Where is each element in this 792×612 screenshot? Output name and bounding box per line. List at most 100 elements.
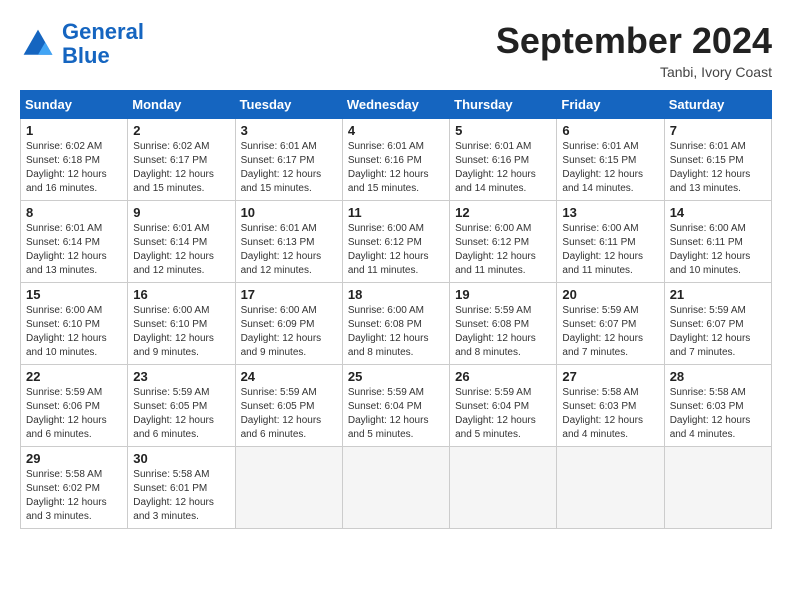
day-number: 14 [670,205,766,220]
day-number: 4 [348,123,444,138]
day-number: 30 [133,451,229,466]
day-info: Sunrise: 6:00 AMSunset: 6:10 PMDaylight:… [133,304,229,360]
col-tuesday: Tuesday [235,91,342,119]
day-info: Sunrise: 6:00 AMSunset: 6:12 PMDaylight:… [455,222,551,278]
day-number: 25 [348,369,444,384]
day-info: Sunrise: 6:01 AMSunset: 6:13 PMDaylight:… [241,222,337,278]
logo: GeneralBlue [20,20,144,68]
table-row: 3 Sunrise: 6:01 AMSunset: 6:17 PMDaylight… [235,119,342,201]
calendar-row-3: 15 Sunrise: 6:00 AMSunset: 6:10 PMDayligh… [21,283,772,365]
day-number: 27 [562,369,658,384]
day-number: 12 [455,205,551,220]
day-info: Sunrise: 5:58 AMSunset: 6:01 PMDaylight:… [133,468,229,524]
month-title: September 2024 [496,20,772,62]
day-info: Sunrise: 6:01 AMSunset: 6:17 PMDaylight:… [241,140,337,196]
day-number: 21 [670,287,766,302]
table-row: 9Sunrise: 6:01 AMSunset: 6:14 PMDaylight… [128,201,235,283]
col-saturday: Saturday [664,91,771,119]
day-number: 16 [133,287,229,302]
logo-icon [20,26,56,62]
table-row: 23 Sunrise: 5:59 AMSunset: 6:05 PMDayligh… [128,365,235,447]
day-info: Sunrise: 6:00 AMSunset: 6:08 PMDaylight:… [348,304,444,360]
table-row: 21 Sunrise: 5:59 AMSunset: 6:07 PMDayligh… [664,283,771,365]
col-thursday: Thursday [450,91,557,119]
table-row: 12 Sunrise: 6:00 AMSunset: 6:12 PMDayligh… [450,201,557,283]
day-number: 1 [26,123,122,138]
table-row: 30 Sunrise: 5:58 AMSunset: 6:01 PMDayligh… [128,447,235,529]
day-number: 2 [133,123,229,138]
day-info: Sunrise: 6:00 AMSunset: 6:11 PMDaylight:… [670,222,766,278]
table-row: 2 Sunrise: 6:02 AMSunset: 6:17 PMDaylight… [128,119,235,201]
day-info: Sunrise: 6:01 AMSunset: 6:16 PMDaylight:… [348,140,444,196]
day-info: Sunrise: 6:02 AMSunset: 6:17 PMDaylight:… [133,140,229,196]
day-number: 17 [241,287,337,302]
day-number: 29 [26,451,122,466]
day-info: Sunrise: 6:02 AMSunset: 6:18 PMDaylight:… [26,140,122,196]
day-info: Sunrise: 6:01 AMSunset: 6:14 PMDaylight:… [133,222,229,278]
day-info: Sunrise: 5:59 AMSunset: 6:04 PMDaylight:… [348,386,444,442]
day-info: Sunrise: 5:58 AMSunset: 6:03 PMDaylight:… [670,386,766,442]
table-row [450,447,557,529]
day-number: 8 [26,205,122,220]
calendar-table: Sunday Monday Tuesday Wednesday Thursday… [20,90,772,529]
day-info: Sunrise: 6:00 AMSunset: 6:09 PMDaylight:… [241,304,337,360]
table-row: 17 Sunrise: 6:00 AMSunset: 6:09 PMDayligh… [235,283,342,365]
day-info: Sunrise: 5:59 AMSunset: 6:05 PMDaylight:… [241,386,337,442]
calendar-row-4: 22Sunrise: 5:59 AMSunset: 6:06 PMDayligh… [21,365,772,447]
day-info: Sunrise: 5:59 AMSunset: 6:06 PMDaylight:… [26,386,122,442]
day-number: 23 [133,369,229,384]
table-row: 5 Sunrise: 6:01 AMSunset: 6:16 PMDaylight… [450,119,557,201]
day-info: Sunrise: 6:01 AMSunset: 6:15 PMDaylight:… [670,140,766,196]
day-number: 28 [670,369,766,384]
day-number: 24 [241,369,337,384]
day-number: 15 [26,287,122,302]
day-info: Sunrise: 5:58 AMSunset: 6:02 PMDaylight:… [26,468,122,524]
day-number: 3 [241,123,337,138]
table-row [235,447,342,529]
table-row: 19 Sunrise: 5:59 AMSunset: 6:08 PMDayligh… [450,283,557,365]
table-row: 8 Sunrise: 6:01 AMSunset: 6:14 PMDaylight… [21,201,128,283]
col-wednesday: Wednesday [342,91,449,119]
day-number: 19 [455,287,551,302]
day-info: Sunrise: 6:01 AMSunset: 6:14 PMDaylight:… [26,222,122,278]
day-number: 20 [562,287,658,302]
day-number: 11 [348,205,444,220]
day-info: Sunrise: 6:00 AMSunset: 6:12 PMDaylight:… [348,222,444,278]
table-row: 7Sunrise: 6:01 AMSunset: 6:15 PMDaylight… [664,119,771,201]
day-info: Sunrise: 6:01 AMSunset: 6:16 PMDaylight:… [455,140,551,196]
calendar-row-5: 29 Sunrise: 5:58 AMSunset: 6:02 PMDayligh… [21,447,772,529]
table-row: 18Sunrise: 6:00 AMSunset: 6:08 PMDayligh… [342,283,449,365]
table-row: 14 Sunrise: 6:00 AMSunset: 6:11 PMDayligh… [664,201,771,283]
day-number: 5 [455,123,551,138]
logo-text: GeneralBlue [62,20,144,68]
day-number: 13 [562,205,658,220]
table-row: 28 Sunrise: 5:58 AMSunset: 6:03 PMDayligh… [664,365,771,447]
col-sunday: Sunday [21,91,128,119]
day-info: Sunrise: 5:59 AMSunset: 6:08 PMDaylight:… [455,304,551,360]
day-info: Sunrise: 5:59 AMSunset: 6:04 PMDaylight:… [455,386,551,442]
table-row [664,447,771,529]
day-info: Sunrise: 5:58 AMSunset: 6:03 PMDaylight:… [562,386,658,442]
calendar-row-2: 8 Sunrise: 6:01 AMSunset: 6:14 PMDaylight… [21,201,772,283]
table-row [342,447,449,529]
table-row: 6 Sunrise: 6:01 AMSunset: 6:15 PMDaylight… [557,119,664,201]
day-info: Sunrise: 5:59 AMSunset: 6:07 PMDaylight:… [670,304,766,360]
table-row: 24 Sunrise: 5:59 AMSunset: 6:05 PMDayligh… [235,365,342,447]
table-row: 25 Sunrise: 5:59 AMSunset: 6:04 PMDayligh… [342,365,449,447]
day-info: Sunrise: 5:59 AMSunset: 6:05 PMDaylight:… [133,386,229,442]
table-row: 16 Sunrise: 6:00 AMSunset: 6:10 PMDayligh… [128,283,235,365]
table-row: 27 Sunrise: 5:58 AMSunset: 6:03 PMDayligh… [557,365,664,447]
calendar-row-1: 1 Sunrise: 6:02 AMSunset: 6:18 PMDaylight… [21,119,772,201]
table-row: 15Sunrise: 6:00 AMSunset: 6:10 PMDayligh… [21,283,128,365]
page-header: GeneralBlue September 2024 Tanbi, Ivory … [20,20,772,80]
table-row: 1 Sunrise: 6:02 AMSunset: 6:18 PMDaylight… [21,119,128,201]
table-row: 13Sunrise: 6:00 AMSunset: 6:11 PMDayligh… [557,201,664,283]
table-row: 22Sunrise: 5:59 AMSunset: 6:06 PMDayligh… [21,365,128,447]
day-number: 26 [455,369,551,384]
day-info: Sunrise: 6:01 AMSunset: 6:15 PMDaylight:… [562,140,658,196]
col-monday: Monday [128,91,235,119]
calendar-header-row: Sunday Monday Tuesday Wednesday Thursday… [21,91,772,119]
table-row: 4 Sunrise: 6:01 AMSunset: 6:16 PMDaylight… [342,119,449,201]
table-row [557,447,664,529]
day-number: 6 [562,123,658,138]
